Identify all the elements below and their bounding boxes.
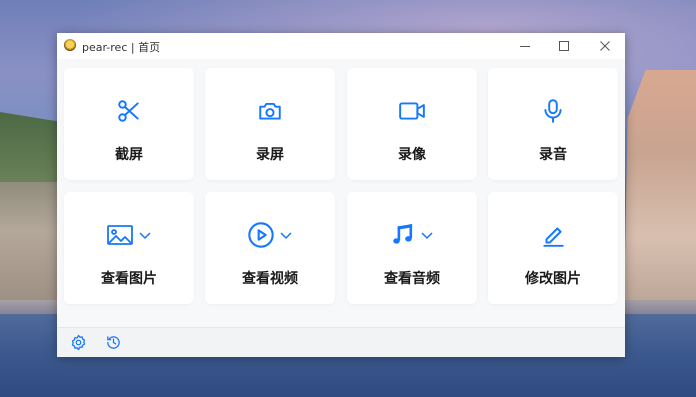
main-content: 截屏 录屏 录像 录音 查看图片 查看视频 查看音频 修改图片 — [57, 59, 625, 327]
card-icon-area — [205, 96, 335, 126]
video-camera-icon — [399, 102, 425, 120]
maximize-icon — [559, 41, 569, 51]
music-note-icon — [393, 224, 413, 244]
window-title: pear-rec | 首页 — [82, 41, 161, 54]
wallpaper-cliff-right — [624, 70, 696, 310]
card-edit-image[interactable]: 修改图片 — [488, 192, 618, 304]
history-icon[interactable] — [105, 334, 122, 351]
chevron-down-icon[interactable] — [279, 228, 293, 242]
card-icon-area — [488, 220, 618, 250]
card-label: 录像 — [398, 147, 426, 163]
title-bar[interactable]: pear-rec | 首页 — [57, 33, 625, 59]
maximize-button[interactable] — [554, 36, 574, 56]
pencil-icon — [543, 227, 564, 247]
card-label: 修改图片 — [525, 271, 581, 287]
card-label: 录屏 — [256, 147, 284, 163]
card-label: 查看视频 — [242, 271, 298, 287]
app-logo-icon — [64, 39, 76, 51]
card-view-audio[interactable]: 查看音频 — [347, 192, 477, 304]
card-view-videos[interactable]: 查看视频 — [205, 192, 335, 304]
card-label: 查看图片 — [101, 271, 157, 287]
card-icon-area — [347, 96, 477, 126]
card-screen-record[interactable]: 录屏 — [205, 68, 335, 180]
camera-icon — [259, 102, 281, 120]
wallpaper-grass-left — [0, 112, 60, 182]
play-circle-icon — [248, 222, 274, 248]
card-label: 录音 — [539, 147, 567, 163]
close-button[interactable] — [595, 36, 615, 56]
microphone-icon — [544, 99, 562, 123]
card-label: 截屏 — [115, 147, 143, 163]
card-label: 查看音频 — [384, 271, 440, 287]
card-icon-area — [488, 96, 618, 126]
minimize-icon — [520, 46, 530, 47]
chevron-down-icon[interactable] — [138, 228, 152, 242]
footer-bar — [57, 327, 625, 357]
chevron-down-icon[interactable] — [420, 228, 434, 242]
scissors-icon — [118, 100, 139, 122]
settings-icon[interactable] — [70, 334, 87, 351]
close-icon — [600, 41, 610, 51]
image-icon — [107, 225, 133, 245]
card-icon-area — [64, 220, 194, 250]
card-audio-record[interactable]: 录音 — [488, 68, 618, 180]
card-view-images[interactable]: 查看图片 — [64, 192, 194, 304]
minimize-button[interactable] — [515, 36, 535, 56]
card-screenshot[interactable]: 截屏 — [64, 68, 194, 180]
card-icon-area — [347, 220, 477, 250]
card-icon-area — [64, 96, 194, 126]
card-video-record[interactable]: 录像 — [347, 68, 477, 180]
card-icon-area — [205, 220, 335, 250]
app-window: pear-rec | 首页 截屏 录屏 录像 录音 查看图片 查看视频 查看音频… — [57, 33, 625, 357]
